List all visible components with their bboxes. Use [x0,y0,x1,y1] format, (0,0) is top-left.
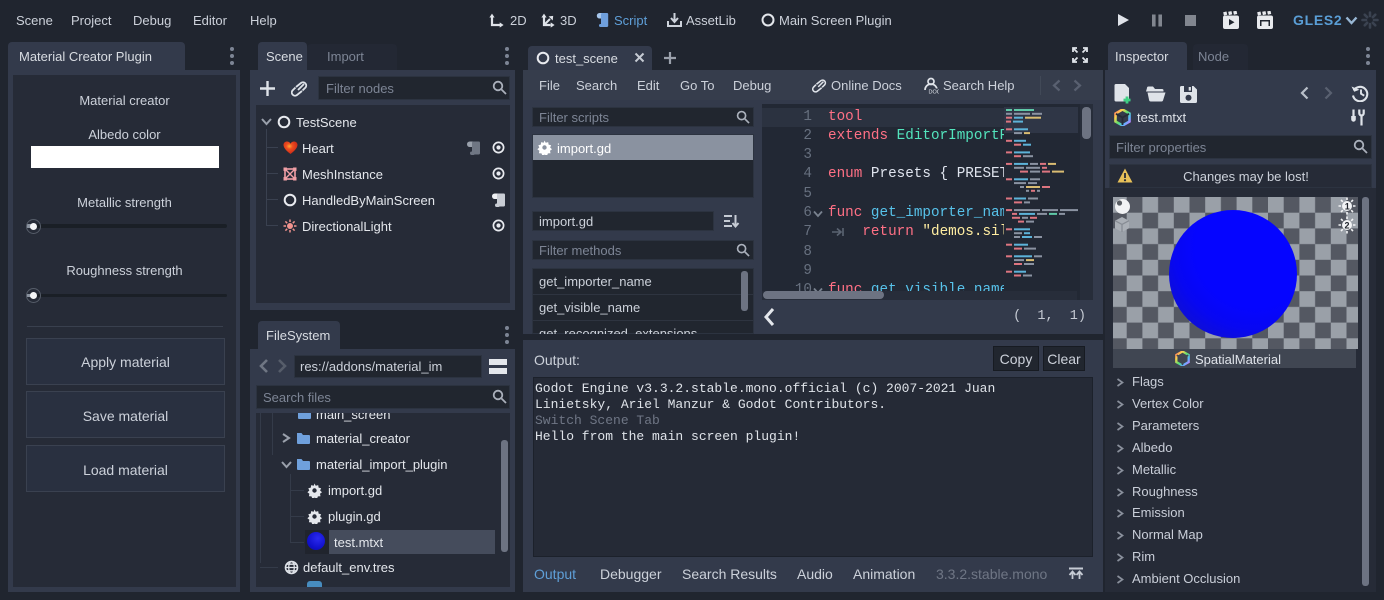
svg-text:DOC: DOC [929,89,940,94]
svg-text:1: 1 [1345,202,1350,212]
svg-text:2: 2 [1345,221,1350,231]
